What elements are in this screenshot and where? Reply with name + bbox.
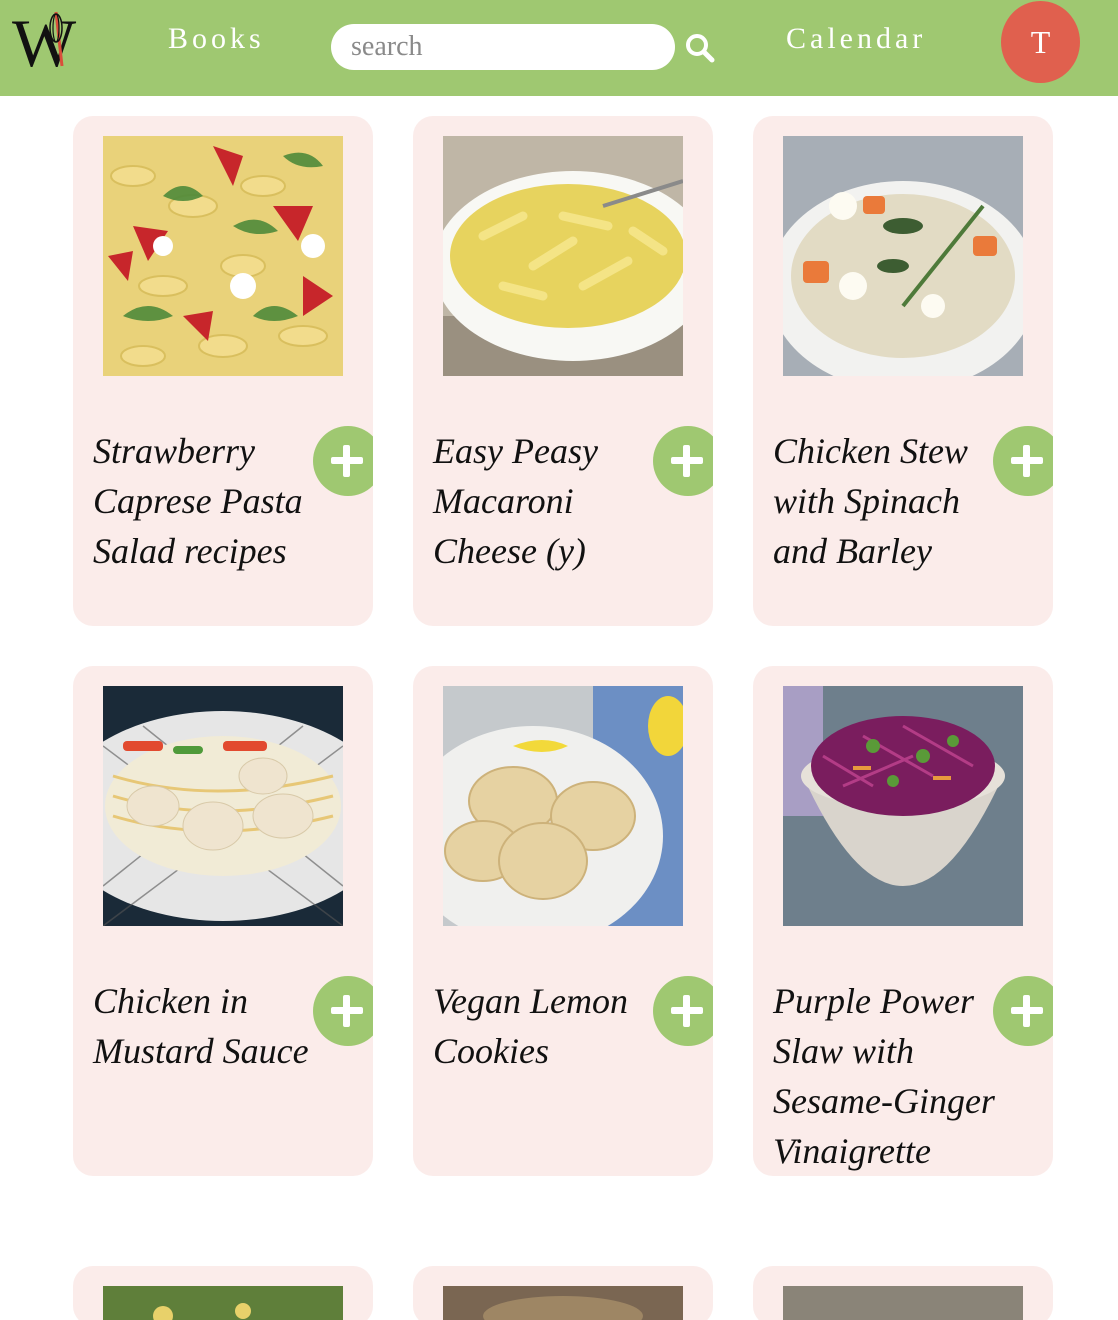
pasta-salad-photo[interactable] bbox=[103, 136, 343, 376]
recipe-card[interactable]: Vegan Lemon Cookies bbox=[413, 666, 713, 1176]
recipe-title[interactable]: Strawberry Caprese Pasta Salad recipes bbox=[93, 426, 313, 576]
chicken-mustard-photo[interactable] bbox=[103, 686, 343, 926]
nav-calendar-link[interactable]: Calendar bbox=[786, 22, 926, 56]
search-icon[interactable] bbox=[684, 32, 716, 64]
recipe-title[interactable]: Easy Peasy Macaroni Cheese (y) bbox=[433, 426, 653, 576]
recipe-card[interactable] bbox=[753, 1266, 1053, 1320]
top-navigation-bar: W Books Calendar T bbox=[0, 0, 1118, 96]
user-avatar[interactable]: T bbox=[1001, 1, 1080, 83]
lemon-cookies-photo[interactable] bbox=[443, 686, 683, 926]
recipe-card[interactable] bbox=[73, 1266, 373, 1320]
recipe-card[interactable]: Chicken in Mustard Sauce bbox=[73, 666, 373, 1176]
add-recipe-button[interactable] bbox=[993, 426, 1053, 496]
add-recipe-button[interactable] bbox=[313, 426, 373, 496]
logo-letter: W bbox=[12, 8, 77, 74]
recipe-title[interactable]: Chicken Stew with Spinach and Barley bbox=[773, 426, 993, 576]
recipe-photo[interactable] bbox=[443, 1286, 683, 1320]
recipe-card[interactable]: Easy Peasy Macaroni Cheese (y) bbox=[413, 116, 713, 626]
search-input[interactable] bbox=[331, 24, 675, 70]
chicken-stew-photo[interactable] bbox=[783, 136, 1023, 376]
add-recipe-button[interactable] bbox=[653, 426, 713, 496]
recipe-photo[interactable] bbox=[783, 1286, 1023, 1320]
logo-icon[interactable]: W bbox=[10, 8, 96, 74]
recipe-title[interactable]: Purple Power Slaw with Sesame-Ginger Vin… bbox=[773, 976, 1003, 1176]
recipe-card[interactable]: Purple Power Slaw with Sesame-Ginger Vin… bbox=[753, 666, 1053, 1176]
nav-books-link[interactable]: Books bbox=[168, 22, 265, 56]
recipe-card[interactable] bbox=[413, 1266, 713, 1320]
recipe-card[interactable]: Strawberry Caprese Pasta Salad recipes bbox=[73, 116, 373, 626]
purple-slaw-photo[interactable] bbox=[783, 686, 1023, 926]
recipe-card[interactable]: Chicken Stew with Spinach and Barley bbox=[753, 116, 1053, 626]
recipe-title[interactable]: Vegan Lemon Cookies bbox=[433, 976, 663, 1076]
recipe-photo[interactable] bbox=[103, 1286, 343, 1320]
recipe-title[interactable]: Chicken in Mustard Sauce bbox=[93, 976, 323, 1076]
mac-and-cheese-photo[interactable] bbox=[443, 136, 683, 376]
